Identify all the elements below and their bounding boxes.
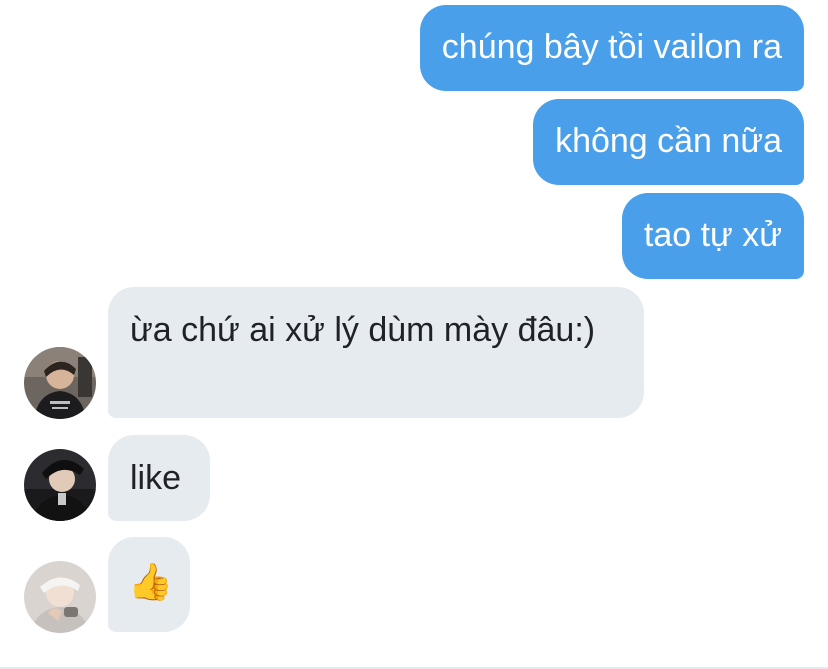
sent-message-bubble[interactable]: không cần nữa: [533, 99, 804, 185]
received-message-bubble[interactable]: ừa chứ ai xử lý dùm mày đâu:): [108, 287, 644, 418]
received-message-bubble[interactable]: like: [108, 435, 210, 521]
message-text: tao tự xử: [643, 216, 782, 254]
thumbs-up-icon: 👍: [128, 562, 173, 603]
avatar-photo-icon: [24, 449, 96, 521]
message-text: ừa chứ ai xử lý dùm mày đâu:): [130, 311, 596, 349]
message-text: không cần nữa: [555, 122, 782, 160]
avatar-photo-icon: [24, 347, 96, 419]
received-message-bubble[interactable]: 👍: [108, 537, 190, 632]
user-avatar[interactable]: [24, 561, 96, 633]
sent-message-bubble[interactable]: chúng bây tồi vailon ra: [419, 5, 804, 91]
message-text: like: [130, 459, 182, 497]
user-avatar[interactable]: [24, 347, 96, 419]
chat-thread: chúng bây tồi vailon ra không cần nữa ta…: [0, 0, 828, 669]
message-text: chúng bây tồi vailon ra: [441, 28, 782, 66]
user-avatar[interactable]: [24, 449, 96, 521]
avatar-photo-icon: [24, 561, 96, 633]
sent-message-bubble[interactable]: tao tự xử: [621, 193, 804, 279]
